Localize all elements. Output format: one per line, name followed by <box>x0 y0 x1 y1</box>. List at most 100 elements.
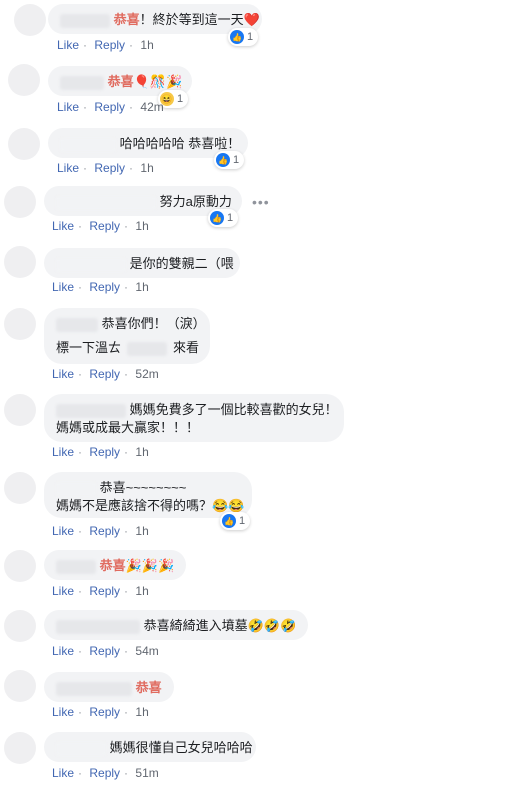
comment-tag: 恭喜 <box>135 680 162 695</box>
comment-text-line2: 媽媽不是應該捨不得的嗎？😂😂 <box>56 498 245 513</box>
redacted-name <box>56 257 126 272</box>
comment-text: 🎈🎊🎉 <box>133 74 183 89</box>
reaction-count[interactable]: 👍 1 <box>220 512 251 530</box>
comment-actions: Like · Reply · 1h <box>52 524 149 538</box>
avatar[interactable] <box>4 670 36 702</box>
redacted-name <box>56 559 96 574</box>
timestamp[interactable]: 52m <box>135 367 158 381</box>
comment-actions: Like · Reply · 42m <box>57 100 164 114</box>
comment-text: 恭喜綺綺進入墳墓🤣🤣🤣 <box>143 618 297 633</box>
redacted-name <box>60 137 116 152</box>
like-reaction-icon: 👍 <box>216 153 230 167</box>
timestamp[interactable]: 1h <box>135 524 148 538</box>
comment-actions: Like · Reply · 1h <box>52 219 149 233</box>
comment-bubble: 媽媽很懂自己女兒哈哈哈 <box>44 732 256 762</box>
reply-link[interactable]: Reply <box>89 644 120 658</box>
redacted-name <box>56 741 106 756</box>
comment-actions: Like · Reply · 1h <box>52 584 149 598</box>
more-options-icon[interactable]: ••• <box>252 194 270 210</box>
like-link[interactable]: Like <box>52 644 74 658</box>
comment-text: ！終於等到這一天❤️ <box>139 12 260 27</box>
like-link[interactable]: Like <box>52 524 74 538</box>
reply-link[interactable]: Reply <box>89 766 120 780</box>
avatar[interactable] <box>4 186 36 218</box>
comment-text: 🎉🎉🎉 <box>125 558 175 573</box>
redacted-tag <box>127 341 168 356</box>
timestamp[interactable]: 51m <box>135 766 158 780</box>
avatar[interactable] <box>4 246 36 278</box>
avatar[interactable] <box>14 4 46 36</box>
comment-tag: 恭喜 <box>107 74 134 89</box>
comment-actions: Like · Reply · 52m <box>52 367 159 381</box>
like-reaction-icon: 👍 <box>230 30 244 44</box>
like-link[interactable]: Like <box>52 219 74 233</box>
comment-tag: 恭喜 <box>99 558 126 573</box>
reply-link[interactable]: Reply <box>94 161 125 175</box>
redacted-name <box>56 481 96 496</box>
reply-link[interactable]: Reply <box>94 100 125 114</box>
redacted-name <box>60 75 104 90</box>
avatar[interactable] <box>4 472 36 504</box>
like-link[interactable]: Like <box>52 766 74 780</box>
redacted-name <box>56 619 140 634</box>
timestamp[interactable]: 1h <box>135 280 148 294</box>
timestamp[interactable]: 1h <box>140 38 153 52</box>
like-link[interactable]: Like <box>57 161 79 175</box>
comment-actions: Like · Reply · 51m <box>52 766 159 780</box>
comment-text: 媽媽免費多了一個比較喜歡的女兒！ <box>129 402 338 417</box>
avatar[interactable] <box>4 610 36 642</box>
like-link[interactable]: Like <box>52 445 74 459</box>
avatar[interactable] <box>4 308 36 340</box>
redacted-name <box>56 195 156 210</box>
comment-bubble: 媽媽免費多了一個比較喜歡的女兒！ 媽媽或成最大贏家！！！ <box>44 394 344 442</box>
like-link[interactable]: Like <box>52 705 74 719</box>
like-link[interactable]: Like <box>52 367 74 381</box>
reply-link[interactable]: Reply <box>89 445 120 459</box>
comment-actions: Like · Reply · 1h <box>57 38 154 52</box>
reaction-count[interactable]: 👍 1 <box>228 28 259 46</box>
like-link[interactable]: Like <box>57 100 79 114</box>
timestamp[interactable]: 1h <box>135 445 148 459</box>
comment-text: 哈哈哈哈哈 恭喜啦！ <box>119 136 241 151</box>
redacted-name <box>60 13 110 28</box>
comment-actions: Like · Reply · 54m <box>52 644 159 658</box>
comment-text: 恭喜~~~~~~~~ <box>99 480 187 495</box>
comment-text: 恭喜你們！（淚） <box>101 316 206 331</box>
avatar[interactable] <box>8 128 40 160</box>
timestamp[interactable]: 1h <box>135 219 148 233</box>
reply-link[interactable]: Reply <box>89 219 120 233</box>
comment-bubble: 恭喜綺綺進入墳墓🤣🤣🤣 <box>44 610 308 640</box>
reply-link[interactable]: Reply <box>89 705 120 719</box>
comment-actions: Like · Reply · 1h <box>52 280 149 294</box>
like-reaction-icon: 👍 <box>222 514 236 528</box>
reaction-count[interactable]: 👍 1 <box>208 209 239 227</box>
like-link[interactable]: Like <box>57 38 79 52</box>
comment-text: 是你的雙親二（喂 <box>129 256 234 271</box>
avatar[interactable] <box>8 64 40 96</box>
avatar[interactable] <box>4 394 36 426</box>
timestamp[interactable]: 54m <box>135 644 158 658</box>
reaction-count[interactable]: 👍 1 <box>214 151 245 169</box>
comment-actions: Like · Reply · 1h <box>52 705 149 719</box>
redacted-name <box>56 403 126 418</box>
comment-bubble: 恭喜~~~~~~~~ 媽媽不是應該捨不得的嗎？😂😂 <box>44 472 252 518</box>
comment-actions: Like · Reply · 1h <box>57 161 154 175</box>
reply-link[interactable]: Reply <box>94 38 125 52</box>
comment-bubble: 是你的雙親二（喂 <box>44 248 240 278</box>
like-link[interactable]: Like <box>52 280 74 294</box>
timestamp[interactable]: 1h <box>140 161 153 175</box>
comment-bubble: 恭喜🎉🎉🎉 <box>44 550 186 580</box>
avatar[interactable] <box>4 732 36 764</box>
redacted-name <box>56 681 132 696</box>
comment-actions: Like · Reply · 1h <box>52 445 149 459</box>
reply-link[interactable]: Reply <box>89 280 120 294</box>
avatar[interactable] <box>4 550 36 582</box>
timestamp[interactable]: 1h <box>135 705 148 719</box>
reply-link[interactable]: Reply <box>89 584 120 598</box>
timestamp[interactable]: 42m <box>140 100 163 114</box>
comment-text-line2: 標一下溫ㄊ <box>56 340 122 355</box>
like-link[interactable]: Like <box>52 584 74 598</box>
reply-link[interactable]: Reply <box>89 367 120 381</box>
reply-link[interactable]: Reply <box>89 524 120 538</box>
timestamp[interactable]: 1h <box>135 584 148 598</box>
